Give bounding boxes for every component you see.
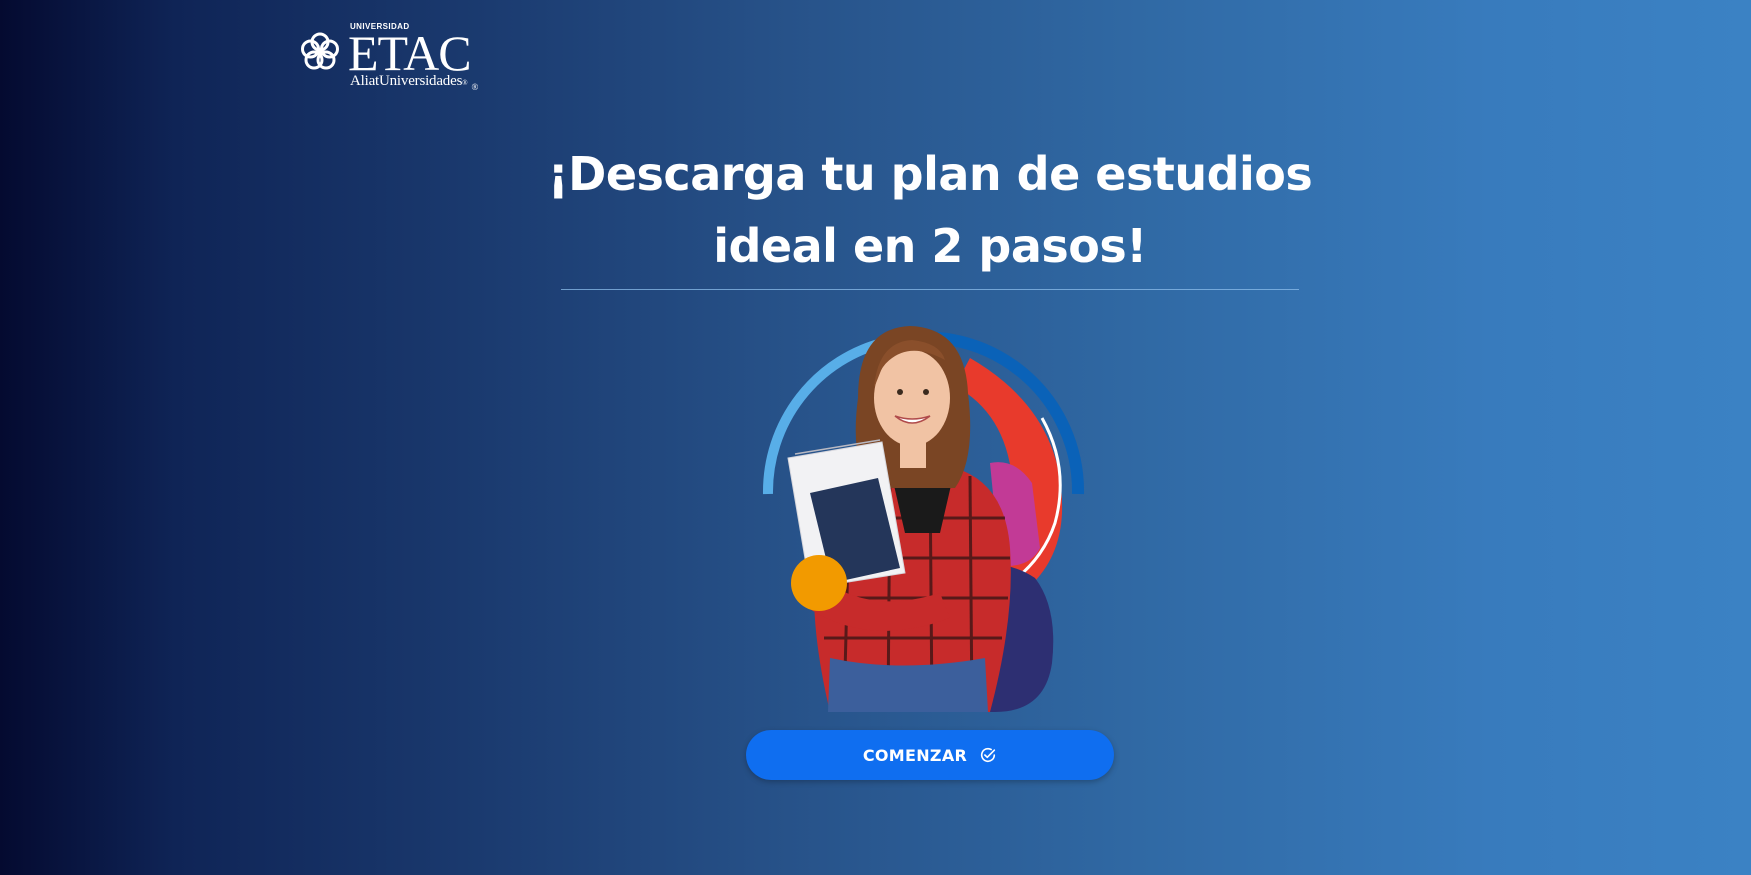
title-line-2: ideal en 2 pasos! [713,219,1147,273]
neck [900,438,926,468]
etac-logo: UNIVERSIDAD ETAC® AliatUniversidades® [298,22,488,92]
start-button[interactable]: COMENZAR [746,730,1114,780]
brand-subtitle-mark: ® [462,79,468,87]
registered-mark: ® [471,82,479,92]
brand-subtitle: AliatUniversidades® [350,73,468,90]
jeans [828,658,988,712]
title-divider [561,289,1299,290]
etac-emblem-icon [301,32,339,70]
orange-accent-circle [791,555,847,611]
page-title: ¡Descarga tu plan de estudios ideal en 2… [520,138,1340,282]
title-line-1: ¡Descarga tu plan de estudios [547,147,1313,201]
check-circle-icon [981,747,996,763]
student-illustration [762,326,1085,712]
face [874,350,950,446]
brand-subtitle-text: AliatUniversidades [350,73,463,89]
brand-name: ETAC® [348,28,478,92]
start-button-label: COMENZAR [862,745,968,765]
